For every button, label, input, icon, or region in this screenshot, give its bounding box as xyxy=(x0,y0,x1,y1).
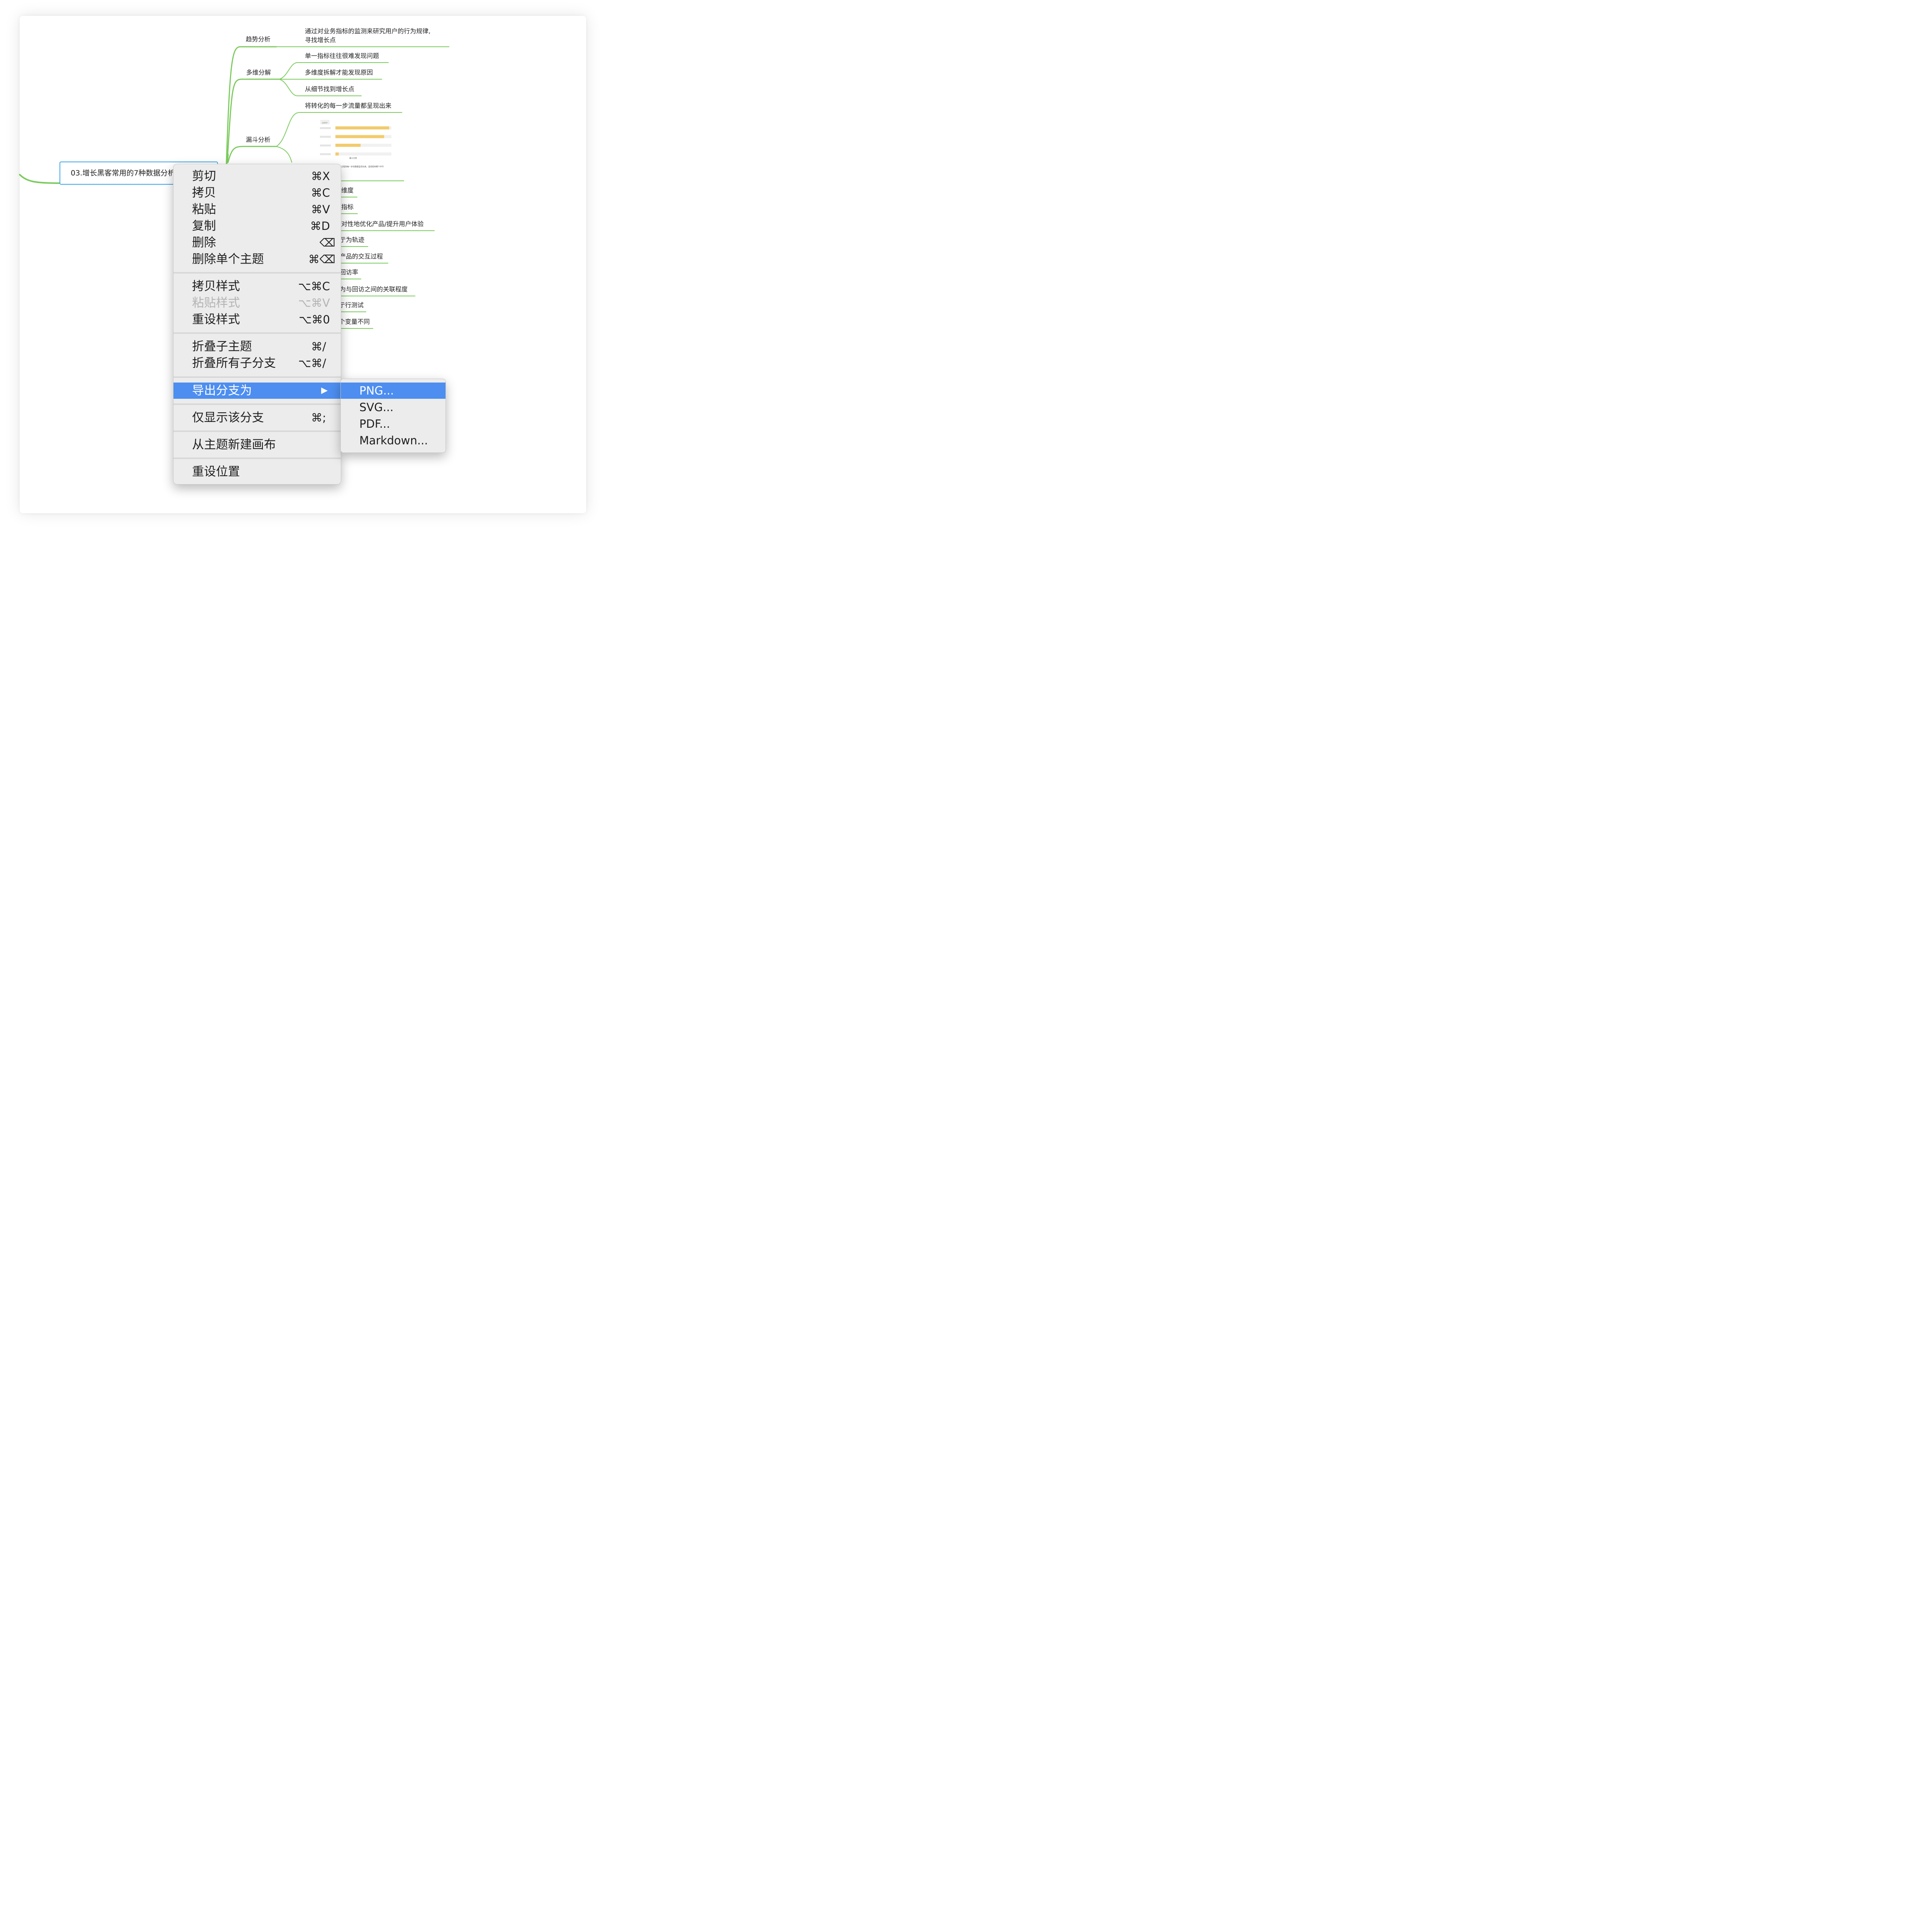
funnel-bar xyxy=(335,126,389,129)
menu-item-collapse-children[interactable]: 折叠子主题 ⌘/ xyxy=(173,338,341,355)
funnel-note: 此过程将每一步流量都呈现出来，直观看到哪个环节 xyxy=(339,165,384,168)
submenu-item-png[interactable]: PNG... xyxy=(341,383,446,399)
funnel-header: 全部用户 xyxy=(322,121,328,124)
leaf-partial-2[interactable]: 指标 xyxy=(341,203,354,211)
delete-key-icon: ⌫ xyxy=(319,236,335,249)
menu-item-cut[interactable]: 剪切 ⌘X xyxy=(173,168,341,184)
menu-item-shortcut: ⌥⌘C xyxy=(298,280,330,293)
menu-item-label: 删除单个主题 xyxy=(192,252,264,266)
menu-item-shortcut: ⌘; xyxy=(311,411,326,424)
menu-item-shortcut: ⌘C xyxy=(311,186,330,199)
menu-separator xyxy=(173,457,341,459)
leaf-trend-line1[interactable]: 通过对业务指标的监测来研究用户的行为规律, xyxy=(305,27,430,35)
menu-separator xyxy=(173,376,341,378)
leaf-multi-1[interactable]: 单一指标往往很难发现问题 xyxy=(305,52,379,60)
menu-item-label: 粘贴 xyxy=(192,202,216,216)
menu-item-shortcut: ⌥⌘0 xyxy=(299,313,330,326)
menu-item-shortcut: ⌥⌘/ xyxy=(298,357,326,370)
menu-item-new-canvas[interactable]: 从主题新建画布 xyxy=(173,437,341,453)
menu-item-copy[interactable]: 拷贝 ⌘C xyxy=(173,185,341,201)
funnel-bar xyxy=(335,144,361,147)
connector-funnel-2 xyxy=(276,146,292,163)
menu-item-delete[interactable]: 删除 ⌫ xyxy=(173,235,341,251)
connector-parent xyxy=(19,174,60,184)
leaf-trend-line2[interactable]: 寻找增长点 xyxy=(305,36,336,44)
menu-item-shortcut: ⌘D xyxy=(310,219,330,233)
menu-item-label: 重设样式 xyxy=(192,313,240,327)
menu-item-duplicate[interactable]: 复制 ⌘D xyxy=(173,218,341,234)
connector-multi xyxy=(226,78,280,163)
funnel-caption: 漏斗分析 xyxy=(349,157,357,160)
branch-funnel[interactable]: 漏斗分析 xyxy=(246,136,270,144)
menu-item-label: 折叠子主题 xyxy=(192,340,252,354)
connector-trend xyxy=(226,46,277,163)
menu-item-copy-style[interactable]: 拷贝样式 ⌥⌘C xyxy=(173,278,341,294)
leaf-partial-9[interactable]: 个变量不同 xyxy=(339,318,370,326)
menu-item-shortcut: ⌘⌫ xyxy=(308,253,335,266)
export-submenu: PNG... SVG... PDF... Markdown... xyxy=(340,379,446,453)
menu-item-collapse-all[interactable]: 折叠所有子分支 ⌥⌘/ xyxy=(173,355,341,371)
menu-item-reset-position[interactable]: 重设位置 xyxy=(173,464,341,480)
funnel-image[interactable]: 全部用户 漏斗分析 此过程将每一步流量都呈现出来，直观看到哪个环节 xyxy=(312,119,400,170)
context-menu: 剪切 ⌘X 拷贝 ⌘C 粘贴 ⌘V 复制 ⌘D 删除 ⌫ 删除单个主题 ⌘⌫ 拷… xyxy=(173,164,341,485)
menu-item-label: 剪切 xyxy=(192,169,216,183)
menu-item-label: 从主题新建画布 xyxy=(192,438,276,452)
funnel-step-label xyxy=(320,136,331,138)
menu-item-shortcut: ⌘/ xyxy=(311,340,326,353)
funnel-bar xyxy=(335,152,339,156)
leaf-partial-1[interactable]: 维度 xyxy=(341,187,354,194)
menu-item-label: 拷贝 xyxy=(192,186,216,200)
leaf-funnel-1[interactable]: 将转化的每一步流量都呈现出来 xyxy=(305,102,391,110)
menu-item-reset-style[interactable]: 重设样式 ⌥⌘0 xyxy=(173,311,341,328)
menu-separator xyxy=(173,430,341,432)
menu-item-label: 删除 xyxy=(192,236,216,250)
leaf-multi-2[interactable]: 多维度拆解才能发现原因 xyxy=(305,69,373,77)
menu-item-paste-style: 粘贴样式 ⌥⌘V xyxy=(173,295,341,311)
menu-item-paste[interactable]: 粘贴 ⌘V xyxy=(173,201,341,218)
menu-separator xyxy=(173,403,341,405)
submenu-item-svg[interactable]: SVG... xyxy=(341,399,446,415)
menu-separator xyxy=(173,272,341,274)
menu-item-label: 拷贝样式 xyxy=(192,279,240,293)
menu-separator xyxy=(173,332,341,334)
funnel-bar-track xyxy=(335,152,391,156)
menu-item-shortcut: ⌥⌘V xyxy=(298,296,330,310)
menu-item-label: 折叠所有子分支 xyxy=(192,356,276,370)
leaf-multi-3[interactable]: 从细节找到增长点 xyxy=(305,85,354,93)
menu-item-label: 导出分支为 xyxy=(192,384,252,398)
menu-item-show-branch-only[interactable]: 仅显示该分支 ⌘; xyxy=(173,410,341,426)
leaf-partial-7[interactable]: 为与回访之间的关联程度 xyxy=(340,286,408,293)
leaf-partial-8[interactable]: 亍行测试 xyxy=(339,301,364,309)
submenu-item-pdf[interactable]: PDF... xyxy=(341,416,446,432)
menu-item-delete-single[interactable]: 删除单个主题 ⌘⌫ xyxy=(173,251,341,267)
submenu-item-label: PNG... xyxy=(359,384,394,397)
leaf-partial-6[interactable]: 回访率 xyxy=(340,269,358,276)
menu-item-label: 粘贴样式 xyxy=(192,296,240,310)
funnel-step-label xyxy=(320,153,331,155)
submenu-item-markdown[interactable]: Markdown... xyxy=(341,432,446,449)
leaf-partial-3[interactable]: 对性地优化产品/提升用户体验 xyxy=(341,220,423,228)
leaf-partial-5[interactable]: 产品的交互过程 xyxy=(340,253,383,260)
submenu-item-label: Markdown... xyxy=(359,434,428,447)
menu-item-shortcut: ⌘V xyxy=(311,203,330,216)
menu-item-label: 仅显示该分支 xyxy=(192,411,264,425)
connector-funnel xyxy=(227,146,277,163)
submenu-item-label: PDF... xyxy=(359,417,390,430)
funnel-step-label xyxy=(320,127,331,129)
menu-item-shortcut: ⌘X xyxy=(311,170,330,183)
submenu-arrow-icon: ▶ xyxy=(321,386,328,395)
menu-item-export-branch[interactable]: 导出分支为 ▶ xyxy=(173,383,341,399)
funnel-bar xyxy=(335,135,384,138)
leaf-partial-4[interactable]: 亍为轨迹 xyxy=(340,236,364,244)
submenu-item-label: SVG... xyxy=(359,401,394,414)
branch-multi-dim[interactable]: 多维分解 xyxy=(246,69,271,77)
branch-trend[interactable]: 趋势分析 xyxy=(246,36,270,43)
funnel-step-label xyxy=(320,145,331,146)
menu-item-label: 重设位置 xyxy=(192,465,240,479)
menu-item-label: 复制 xyxy=(192,219,216,233)
